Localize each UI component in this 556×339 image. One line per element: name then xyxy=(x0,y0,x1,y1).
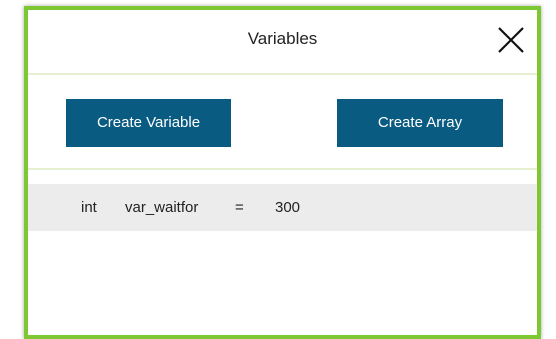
variable-row[interactable]: int var_waitfor = 300 xyxy=(28,184,537,231)
dialog-header: Variables xyxy=(28,10,537,75)
create-array-button[interactable]: Create Array xyxy=(337,99,503,147)
create-variable-button[interactable]: Create Variable xyxy=(66,99,231,147)
close-icon[interactable] xyxy=(495,24,527,56)
variables-dialog: Variables Create Variable Create Array i… xyxy=(24,6,541,339)
dialog-title: Variables xyxy=(247,29,318,48)
variable-assign-operator: = xyxy=(235,199,244,216)
variable-name: var_waitfor xyxy=(125,199,199,216)
variable-value: 300 xyxy=(275,199,301,216)
dialog-actions: Create Variable Create Array xyxy=(28,75,537,170)
variable-type: int xyxy=(81,199,97,216)
